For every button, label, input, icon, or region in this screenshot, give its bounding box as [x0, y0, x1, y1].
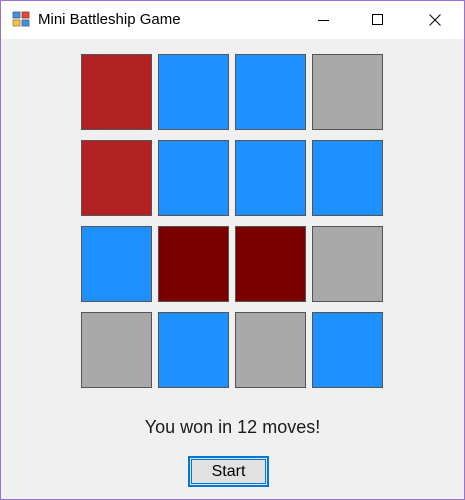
minimize-button[interactable]	[301, 1, 347, 39]
status-message: You won in 12 moves!	[144, 417, 321, 437]
board-cell-r3-c4[interactable]	[312, 226, 383, 302]
window-title: Mini Battleship Game	[38, 11, 181, 28]
close-button[interactable]	[412, 1, 458, 39]
board-cell-r2-c1[interactable]	[81, 140, 152, 216]
board-cell-r3-c1[interactable]	[81, 226, 152, 302]
board-cell-r2-c4[interactable]	[312, 140, 383, 216]
board-cell-r4-c1[interactable]	[81, 312, 152, 388]
board-cell-r1-c4[interactable]	[312, 54, 383, 130]
board-cell-r1-c1[interactable]	[81, 54, 152, 130]
start-button[interactable]: Start	[188, 456, 269, 487]
board-cell-r3-c2[interactable]	[158, 226, 229, 302]
minimize-icon	[318, 20, 329, 21]
battleship-app-icon	[12, 11, 30, 27]
board-cell-r1-c2[interactable]	[158, 54, 229, 130]
board-cell-r4-c3[interactable]	[235, 312, 306, 388]
board-cell-r3-c3[interactable]	[235, 226, 306, 302]
board-cell-r4-c4[interactable]	[312, 312, 383, 388]
board-cell-r4-c2[interactable]	[158, 312, 229, 388]
app-window: Mini Battleship Game You won in 12 moves…	[0, 0, 465, 500]
game-board	[81, 54, 384, 388]
title-bar[interactable]: Mini Battleship Game	[1, 1, 464, 39]
board-cell-r2-c3[interactable]	[235, 140, 306, 216]
board-cell-r1-c3[interactable]	[235, 54, 306, 130]
maximize-button[interactable]	[355, 1, 401, 39]
close-icon	[429, 14, 441, 26]
board-cell-r2-c2[interactable]	[158, 140, 229, 216]
maximize-icon	[372, 14, 383, 25]
